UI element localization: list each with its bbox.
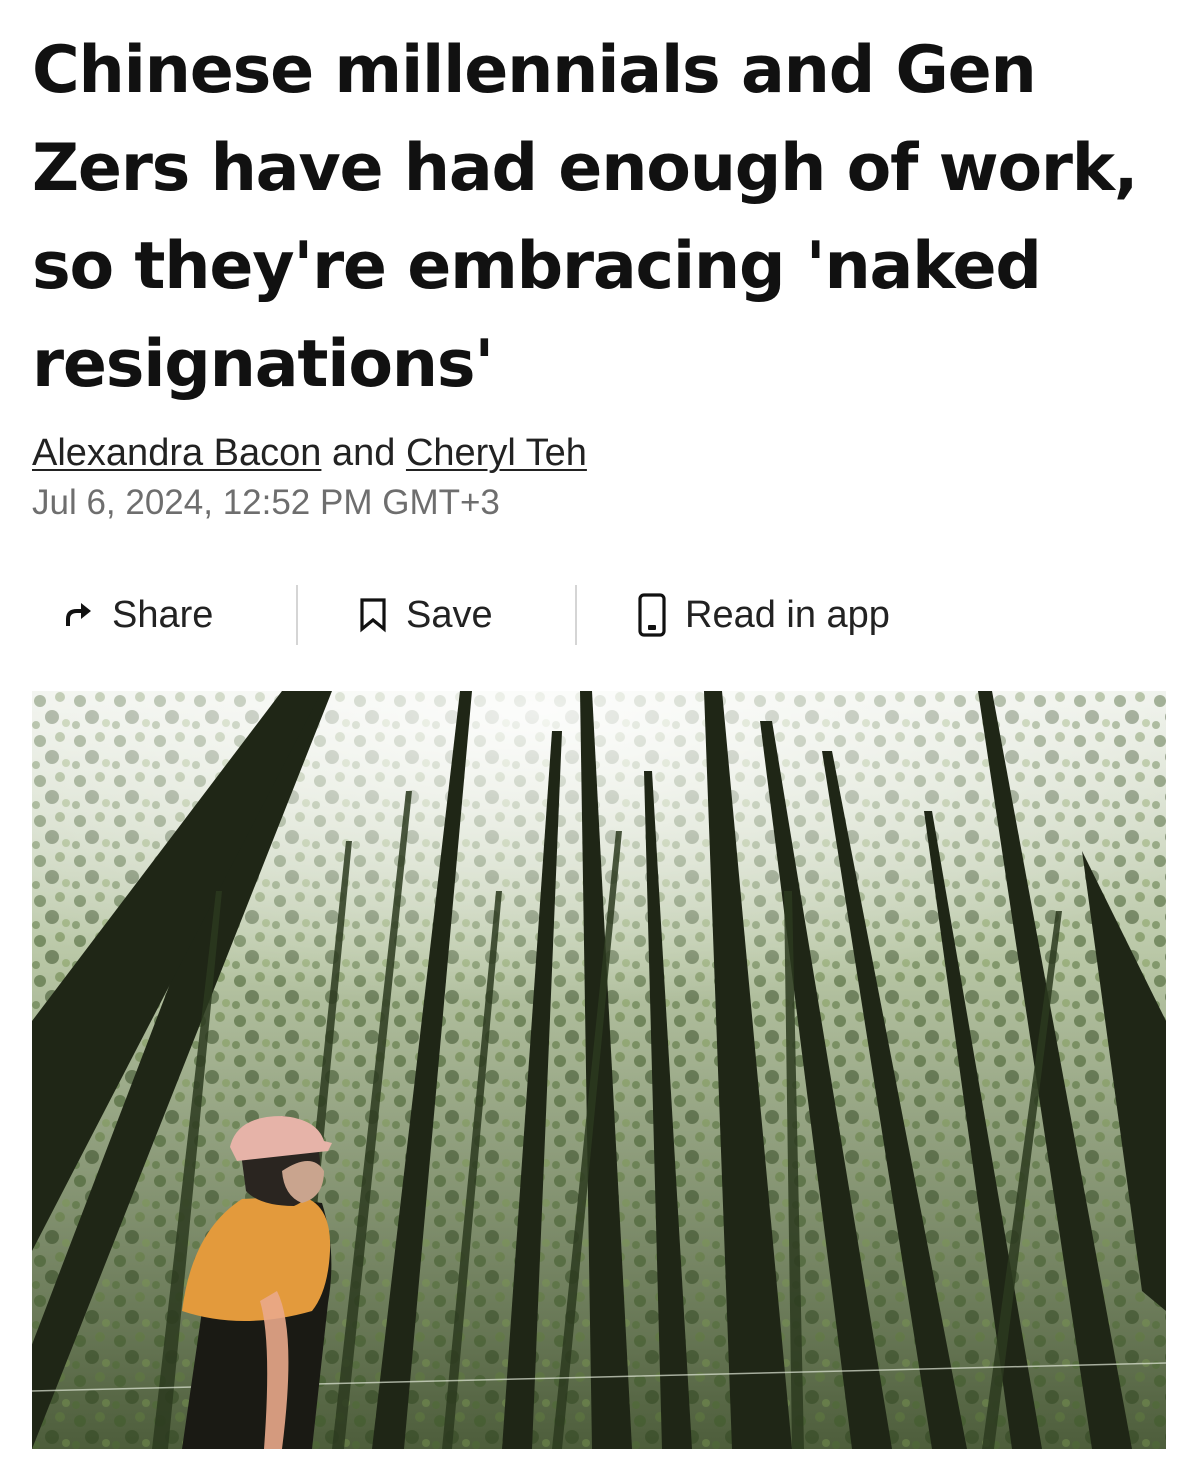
article-headline: Chinese millennials and Gen Zers have ha… (32, 33, 1138, 402)
author-link-cheryl-teh[interactable]: Cheryl Teh (406, 432, 587, 474)
bookmark-icon (358, 597, 388, 633)
phone-icon (637, 592, 667, 638)
hero-image (32, 691, 1166, 1449)
share-arrow-icon (64, 600, 94, 630)
read-in-app-label: Read in app (685, 593, 890, 636)
publish-date: Jul 6, 2024, 12:52 PM GMT+3 (32, 483, 500, 522)
share-label: Share (112, 593, 214, 636)
article-action-bar: Share Save Read in app (32, 584, 890, 646)
read-in-app-button[interactable]: Read in app (577, 584, 890, 646)
forest-photo (32, 691, 1166, 1449)
byline: Alexandra Bacon and Cheryl Teh (32, 428, 587, 478)
share-button[interactable]: Share (32, 584, 296, 646)
byline-joiner: and (321, 432, 406, 474)
save-label: Save (406, 593, 493, 636)
author-link-alexandra-bacon[interactable]: Alexandra Bacon (32, 432, 321, 474)
save-button[interactable]: Save (298, 584, 575, 646)
